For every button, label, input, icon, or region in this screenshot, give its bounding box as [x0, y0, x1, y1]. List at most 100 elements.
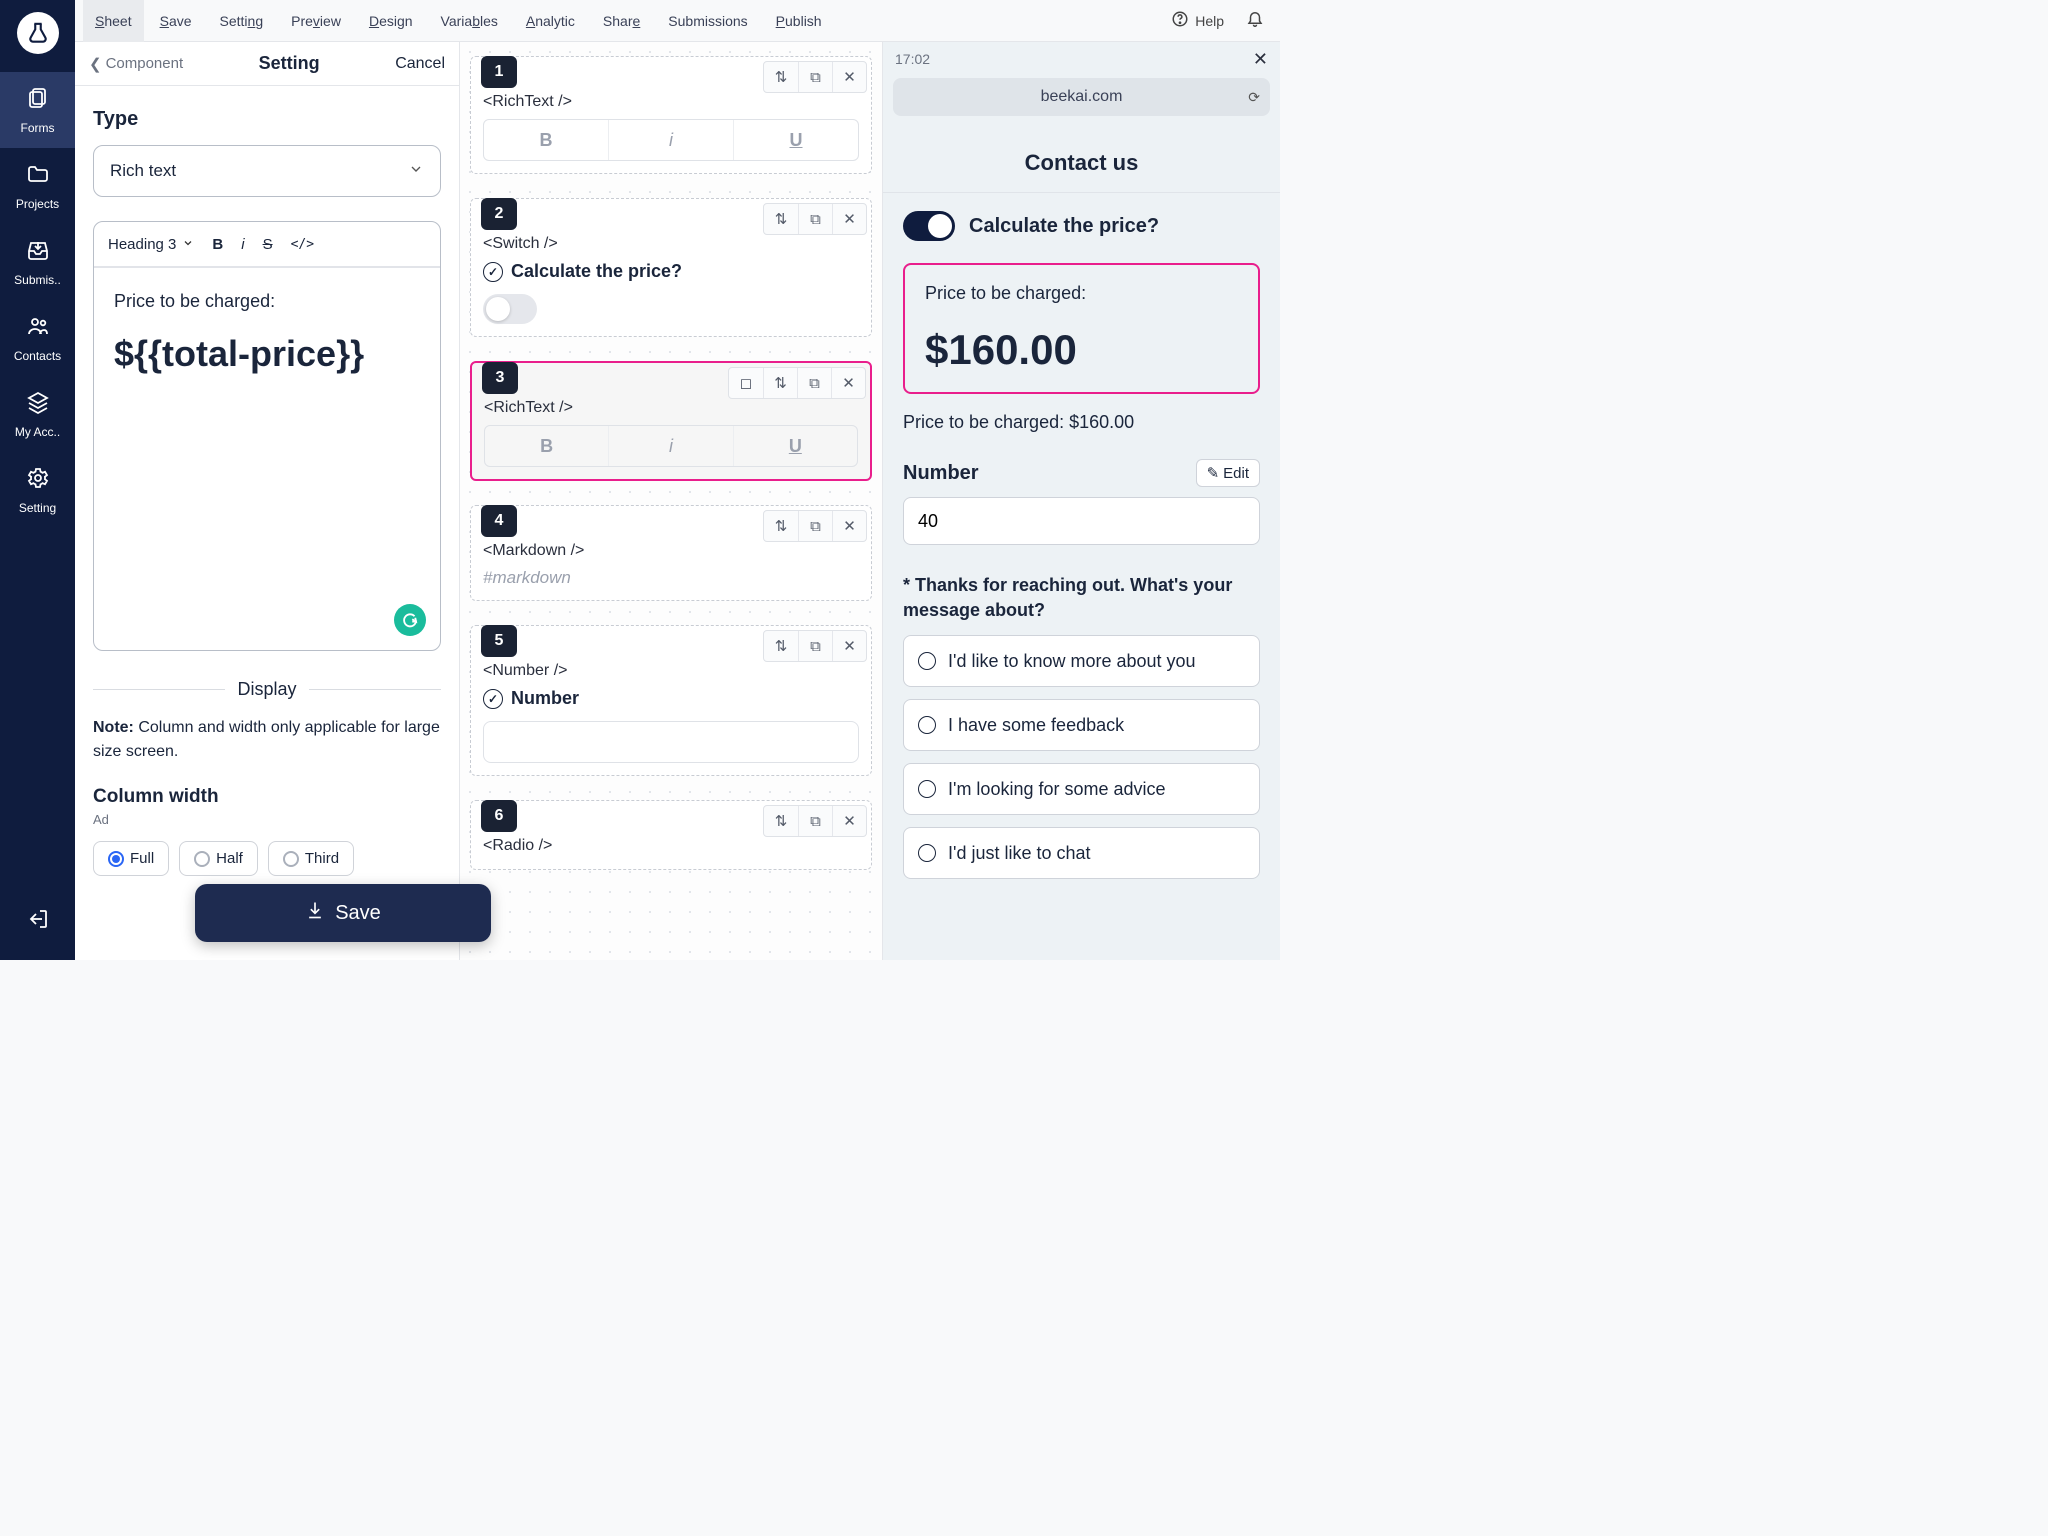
nav-setting[interactable]: Setting [0, 452, 75, 528]
back-label: Component [106, 55, 184, 72]
close-preview-icon[interactable]: ✕ [1253, 49, 1268, 70]
biu-toolbar: B i U [483, 119, 859, 161]
move-icon[interactable]: ⇅ [764, 511, 798, 541]
heading-select[interactable]: Heading 3 [108, 236, 194, 253]
notifications-icon[interactable] [1238, 9, 1272, 32]
move-icon[interactable]: ⇅ [763, 368, 797, 398]
underline-cell[interactable]: U [733, 426, 857, 466]
copy-icon[interactable]: ⧉ [798, 62, 832, 92]
canvas-card-2[interactable]: 2 ⇅⧉✕ <Switch /> ✓ Calculate the price? [470, 198, 872, 337]
canvas-card-3[interactable]: 3 ◻ ⇅ ⧉ ✕ <RichText /> B i U [470, 361, 872, 481]
italic-cell[interactable]: i [608, 426, 732, 466]
settings-panel: ❮ Component Setting Cancel Type Rich tex… [75, 42, 460, 960]
move-icon[interactable]: ⇅ [764, 204, 798, 234]
component-tag: <Radio /> [483, 837, 859, 855]
card-number: 3 [482, 362, 518, 394]
bold-cell[interactable]: B [484, 120, 608, 160]
biu-toolbar: B i U [484, 425, 858, 467]
radio-icon [194, 851, 210, 867]
menu-share[interactable]: Share [591, 0, 652, 42]
colwidth-half[interactable]: Half [179, 841, 258, 876]
close-icon[interactable]: ✕ [832, 62, 866, 92]
canvas-card-4[interactable]: 4 ⇅⧉✕ <Markdown /> #markdown [470, 505, 872, 601]
close-icon[interactable]: ✕ [831, 368, 865, 398]
underline-cell[interactable]: U [733, 120, 858, 160]
option-3[interactable]: I'd just like to chat [903, 827, 1260, 879]
type-select[interactable]: Rich text [93, 145, 441, 197]
preview-panel: 17:02 ✕ beekai.com ⟳ Contact us Calculat… [882, 42, 1280, 960]
menu-sheet[interactable]: Sheet [83, 0, 144, 42]
menu-save[interactable]: Save [148, 0, 204, 42]
menu-analytic[interactable]: Analytic [514, 0, 587, 42]
close-icon[interactable]: ✕ [832, 204, 866, 234]
italic-cell[interactable]: i [608, 120, 733, 160]
copy-icon[interactable]: ⧉ [798, 204, 832, 234]
strike-button[interactable]: S [263, 236, 273, 253]
bold-cell[interactable]: B [485, 426, 608, 466]
nav-logout[interactable] [0, 884, 75, 960]
editor-content[interactable]: Price to be charged: ${{total-price}} [94, 268, 440, 650]
number-label: Number [511, 688, 579, 709]
menu-preview[interactable]: Preview [279, 0, 353, 42]
question-label: * Thanks for reaching out. What's your m… [903, 573, 1260, 623]
save-button[interactable]: Save [195, 884, 491, 942]
link-icon[interactable]: ◻ [729, 368, 763, 398]
help-link[interactable]: Help [1161, 10, 1234, 31]
close-icon[interactable]: ✕ [832, 806, 866, 836]
move-icon[interactable]: ⇅ [764, 62, 798, 92]
italic-button[interactable]: i [241, 236, 244, 253]
option-0[interactable]: I'd like to know more about you [903, 635, 1260, 687]
menu-variables[interactable]: Variables [429, 0, 510, 42]
component-tag: <Number /> [483, 662, 859, 680]
close-icon[interactable]: ✕ [832, 511, 866, 541]
copy-icon[interactable]: ⧉ [798, 806, 832, 836]
canvas-card-5[interactable]: 5 ⇅⧉✕ <Number /> ✓ Number [470, 625, 872, 776]
option-1[interactable]: I have some feedback [903, 699, 1260, 751]
colwidth-third[interactable]: Third [268, 841, 354, 876]
move-icon[interactable]: ⇅ [764, 631, 798, 661]
radio-icon [108, 851, 124, 867]
switch-on[interactable] [903, 211, 955, 241]
nav-forms[interactable]: Forms [0, 72, 75, 148]
refresh-icon[interactable]: ⟳ [1248, 89, 1260, 106]
preview-urlbar[interactable]: beekai.com ⟳ [893, 78, 1270, 116]
card-number: 4 [481, 505, 517, 537]
back-button[interactable]: ❮ Component [89, 55, 183, 73]
copy-icon[interactable]: ⧉ [797, 368, 831, 398]
price-label: Price to be charged: [925, 283, 1238, 304]
display-divider: Display [93, 679, 441, 700]
component-tag: <RichText /> [484, 399, 858, 417]
menu-design[interactable]: Design [357, 0, 425, 42]
colwidth-sub: Ad [93, 812, 441, 827]
switch-toggle-off[interactable] [483, 294, 537, 324]
canvas-card-6[interactable]: 6 ⇅⧉✕ <Radio /> [470, 800, 872, 870]
menu-submissions[interactable]: Submissions [656, 0, 759, 42]
edit-button[interactable]: ✎ Edit [1196, 459, 1260, 487]
nav-projects[interactable]: Projects [0, 148, 75, 224]
nav-contacts[interactable]: Contacts [0, 300, 75, 376]
help-icon [1171, 10, 1189, 31]
edit-label: Edit [1223, 465, 1249, 482]
copy-icon[interactable]: ⧉ [798, 631, 832, 661]
code-button[interactable]: </> [291, 237, 314, 252]
bold-button[interactable]: B [212, 236, 223, 253]
cancel-button[interactable]: Cancel [395, 55, 445, 73]
copy-icon[interactable]: ⧉ [798, 511, 832, 541]
nav-account[interactable]: My Acc.. [0, 376, 75, 452]
number-input[interactable] [903, 497, 1260, 545]
menu-setting[interactable]: Setting [208, 0, 276, 42]
menu-publish[interactable]: Publish [764, 0, 834, 42]
help-label: Help [1195, 13, 1224, 29]
colwidth-full[interactable]: Full [93, 841, 169, 876]
canvas-card-1[interactable]: 1 ⇅ ⧉ ✕ <RichText /> B i U [470, 56, 872, 174]
pencil-icon: ✎ [1207, 464, 1220, 482]
radio-icon [918, 844, 936, 862]
move-icon[interactable]: ⇅ [764, 806, 798, 836]
grammarly-badge[interactable] [394, 604, 426, 636]
close-icon[interactable]: ✕ [832, 631, 866, 661]
number-input-preview[interactable] [483, 721, 859, 763]
preview-time: 17:02 [895, 51, 930, 67]
nav-submissions[interactable]: Submis.. [0, 224, 75, 300]
menubar: Sheet Save Setting Preview Design Variab… [75, 0, 1280, 42]
option-2[interactable]: I'm looking for some advice [903, 763, 1260, 815]
